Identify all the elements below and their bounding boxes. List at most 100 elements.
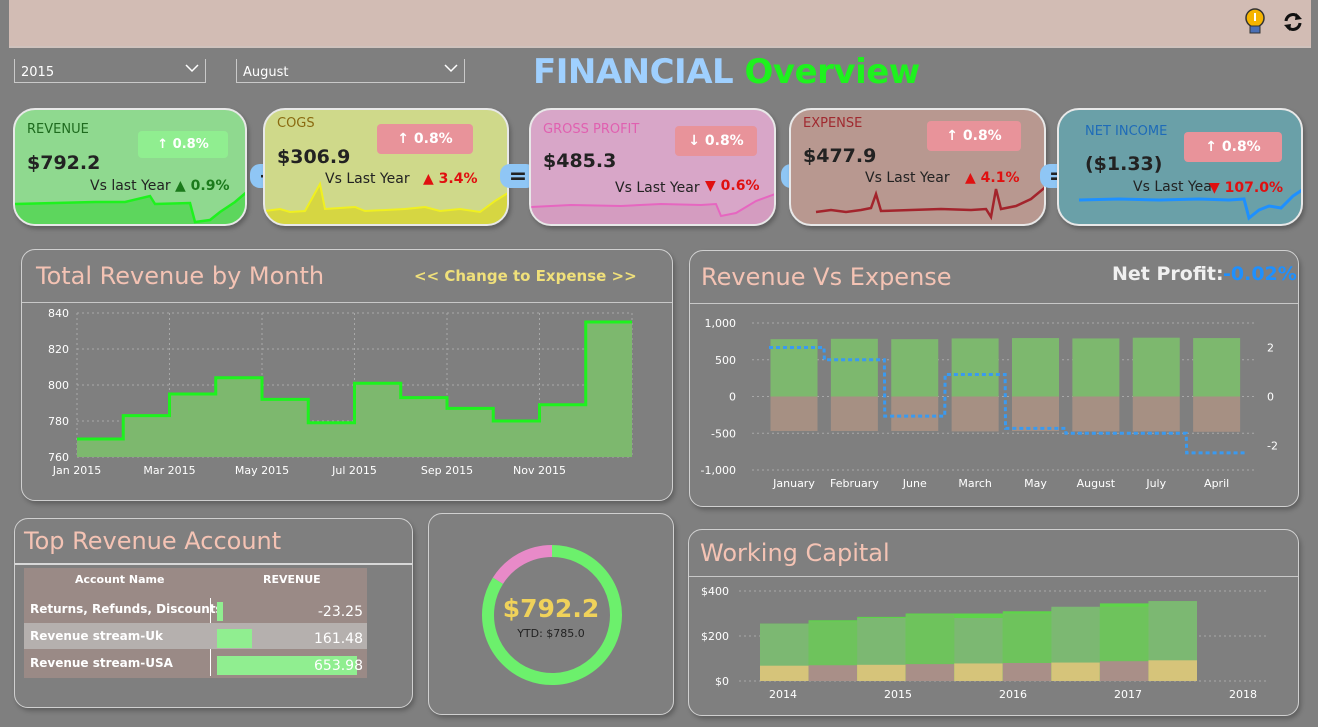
liabilities-bar	[1051, 662, 1100, 681]
net-profit-label: Net Profit:	[1112, 263, 1224, 285]
revenue-month-mark	[77, 437, 123, 441]
revenue-month-chart: 840 820 800 780 760Jan 2015 Mar 2015 May 2015 J…	[48, 307, 633, 477]
x-tick-label: August	[1077, 477, 1116, 490]
lightbulb-icon[interactable]	[1242, 7, 1268, 37]
account-name: Revenue stream-Uk	[30, 629, 163, 643]
x-tick-label: Jan 2015	[52, 464, 101, 477]
x-tick-label: Nov 2015	[513, 464, 566, 477]
x-tick-label: May 2015	[235, 464, 289, 477]
kpi-badge: ↑ 0.8%	[1184, 132, 1282, 162]
donut-ytd: YTD: $785.0	[517, 627, 585, 640]
kpi-sparkline	[265, 181, 507, 224]
donut-slice	[492, 545, 553, 585]
kpi-sparkline	[531, 193, 774, 224]
panel-title: Revenue Vs Expense	[701, 263, 952, 291]
y-tick-label: 820	[48, 343, 69, 356]
revenue-month-mark	[493, 419, 539, 423]
revenue-bar	[891, 339, 939, 397]
expense-bar	[1072, 396, 1120, 432]
revenue-vs-expense-panel: Revenue Vs Expense Net Profit: -0.02% 1,…	[689, 250, 1299, 507]
kpi-value: ($1.33)	[1085, 153, 1163, 175]
kpi-sparkline	[815, 186, 1044, 221]
revenue-by-month-panel: Total Revenue by Month << Change to Expe…	[21, 249, 673, 501]
y2-tick-label: 0	[1267, 391, 1274, 404]
account-table: Account Name REVENUE Returns, Refunds, D…	[24, 568, 367, 678]
month-dropdown[interactable]: August	[236, 59, 465, 83]
y-tick-label: 780	[48, 415, 69, 428]
revenue-month-mark	[123, 414, 169, 418]
table-row[interactable]: Revenue stream-USA 653.98	[24, 654, 367, 676]
working-capital-panel: Working Capital $400 $200 $0 2014 2015 2016 20…	[688, 529, 1299, 716]
revenue-month-mark	[355, 381, 401, 385]
table-row[interactable]: Returns, Refunds, Discounts -23.25	[24, 600, 367, 622]
kpi-label: GROSS PROFIT	[543, 122, 640, 137]
year-dropdown[interactable]: 2015	[14, 59, 206, 83]
kpi-badge: ↓ 0.8%	[675, 126, 757, 156]
kpi-label: COGS	[277, 116, 315, 131]
expense-bar	[1012, 396, 1059, 432]
y-tick-label: -1,000	[701, 464, 736, 477]
y-tick-label: $400	[701, 585, 729, 598]
title-financial: FINANCIAL	[533, 52, 734, 92]
x-tick-label: 2015	[884, 688, 912, 701]
kpi-card-revenue: REVENUE $792.2 ↑ 0.8% Vs last Year ▲ 0.9…	[13, 108, 247, 226]
expense-bar	[1132, 396, 1180, 432]
revenue-month-mark	[308, 421, 354, 425]
refresh-icon[interactable]	[1280, 7, 1306, 37]
x-tick-label: March	[958, 477, 992, 490]
x-tick-label: June	[902, 477, 927, 490]
kpi-label: NET INCOME	[1085, 124, 1168, 139]
x-tick-label: July	[1145, 477, 1166, 490]
table-row[interactable]: Revenue stream-Uk 161.48	[24, 627, 367, 649]
chevron-down-icon	[185, 64, 199, 73]
divider	[15, 563, 412, 565]
page-title: FINANCIAL Overview	[533, 52, 920, 92]
kpi-label: EXPENSE	[803, 116, 863, 131]
month-value: August	[243, 65, 289, 80]
donut-value: $792.2	[502, 594, 600, 623]
y-tick-label: 1,000	[705, 317, 737, 330]
chevron-down-icon	[444, 64, 458, 73]
x-tick-label: 2017	[1114, 688, 1142, 701]
x-tick-label: Mar 2015	[143, 464, 195, 477]
liabilities-bar	[954, 663, 1003, 681]
net-profit-value: -0.02%	[1223, 263, 1297, 285]
liabilities-bar	[857, 664, 906, 681]
x-tick-label: Jul 2015	[331, 464, 377, 477]
revenue-bar	[951, 338, 999, 397]
revenue-vs-expense-chart: 1,000 500 0 -500 -1,000 2 0 -2 January February Ju…	[701, 317, 1278, 490]
liabilities-bar	[808, 665, 858, 681]
y-tick-label: 800	[48, 379, 69, 392]
y-tick-label: 500	[715, 354, 736, 367]
x-tick-label: January	[772, 477, 815, 490]
revenue-month-mark	[586, 320, 632, 324]
revenue-bar	[830, 338, 878, 397]
kpi-card-cogs: COGS $306.9 ↑ 0.8% Vs Last Year ▲ 3.4%	[263, 108, 509, 226]
expense-bar	[770, 396, 818, 432]
kpi-badge: ↑ 0.8%	[927, 121, 1021, 151]
account-name: Revenue stream-USA	[30, 656, 173, 670]
y-tick-label: -500	[711, 427, 736, 440]
y-tick-label: 760	[48, 451, 69, 464]
kpi-card-expense: EXPENSE $477.9 ↑ 0.8% Vs Last Year ▲ 4.1…	[789, 108, 1046, 226]
revenue-month-mark	[216, 376, 262, 380]
y2-tick-label: 2	[1267, 342, 1274, 355]
x-tick-label: 2018	[1229, 688, 1257, 701]
revenue-month-mark	[170, 392, 216, 396]
kpi-sparkline	[1078, 188, 1301, 221]
change-to-expense-button[interactable]: << Change to Expense >>	[414, 267, 637, 285]
expense-bar	[951, 396, 999, 432]
kpi-value: $792.2	[27, 152, 101, 174]
kpi-badge: ↑ 0.8%	[377, 124, 473, 154]
x-tick-label: May	[1024, 477, 1047, 490]
revenue-value: -23.25	[317, 604, 363, 620]
divider	[22, 302, 672, 303]
revenue-donut-panel: $792.2 YTD: $785.0	[428, 513, 674, 715]
top-bar	[9, 0, 1311, 48]
year-value: 2015	[21, 65, 55, 80]
y-tick-label: $200	[701, 630, 729, 643]
liabilities-bar	[1148, 660, 1197, 681]
divider	[690, 303, 1298, 304]
revenue-month-mark	[401, 396, 447, 400]
revenue-bar	[1132, 337, 1180, 397]
